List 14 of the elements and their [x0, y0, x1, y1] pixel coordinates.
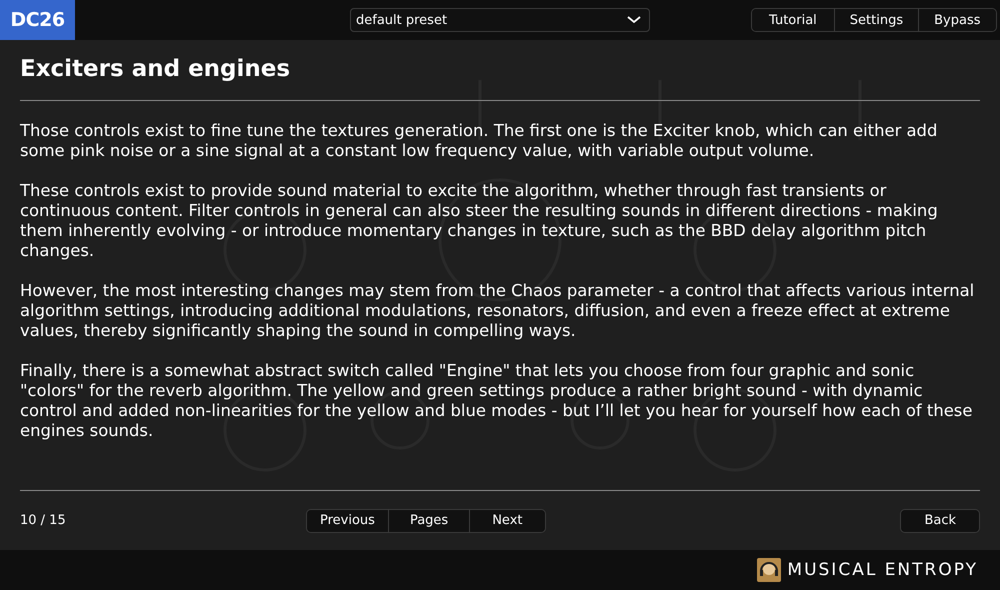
- back-button[interactable]: Back: [901, 510, 979, 532]
- paragraph: Those controls exist to fine tune the textures generation. The first one is the Exciter knob, which can either add some pink noise or a sine signal at a constant low frequency value, with variable output volume.: [20, 121, 938, 161]
- header-button[interactable]: Bypass: [918, 9, 996, 31]
- preset-dropdown[interactable]: default preset: [350, 8, 650, 32]
- app-logo: DC26: [0, 0, 75, 40]
- nav-button[interactable]: Pages: [388, 510, 470, 532]
- page-title: Exciters and engines: [20, 56, 292, 84]
- nav-button[interactable]: Next: [469, 510, 544, 532]
- page-counter: 10 / 15: [20, 513, 67, 528]
- paragraph: These controls exist to provide sound material to excite the algorithm, whether through fast transients or continuous content. Filter controls in general can also steer the resulting sounds in different directions - making them inherently evolving - or introduce momentary changes in texture, such as the BBD delay algorithm pitch changes.: [20, 181, 939, 261]
- paragraph: However, the most interesting changes may stem from the Chaos parameter - a control that affects various internal algorithm settings, introducing additional modulations, resonators, diffusion, and even a freeze effect at extreme values, thereby significantly shaping the sound in compelling ways.: [20, 281, 976, 341]
- paragraph: Finally, there is a somewhat abstract switch called "Engine" that lets you choose from four graphic and sonic "colors" for the reverb algorithm. The yellow and green settings produce a rather bright sound - with dynamic control and added non-linearities for the yellow and blue modes - but I’ll let you hear for yourself how each of these engines sounds.: [20, 361, 974, 441]
- nav-button[interactable]: Previous: [307, 510, 388, 532]
- brand-name: MUSICAL ENTROPY: [787, 560, 978, 580]
